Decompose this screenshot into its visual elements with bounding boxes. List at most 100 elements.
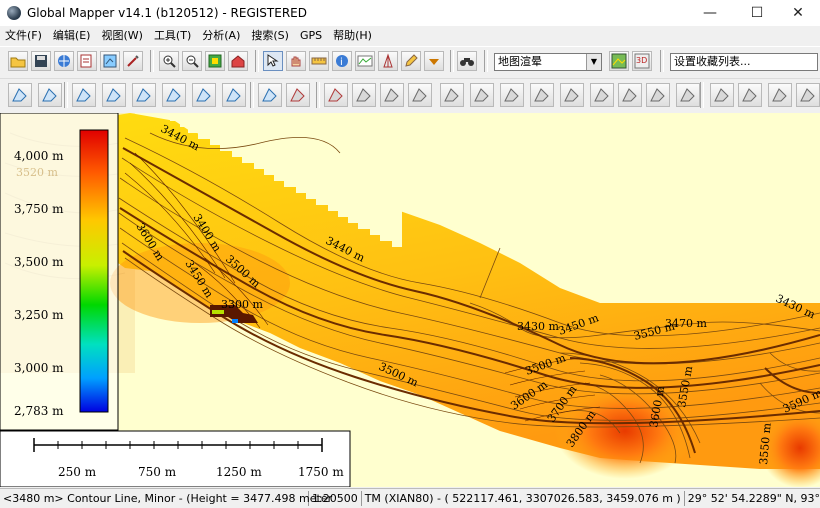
code-tool-button[interactable]	[162, 83, 186, 107]
scale-bar: 250 m 750 m 1250 m 1750 m	[0, 430, 351, 487]
digitizer-tool-icon	[650, 88, 665, 102]
shape-tool-13-button[interactable]	[710, 83, 734, 107]
legend-label: 3,000 m	[14, 361, 64, 375]
3d-view-icon	[611, 53, 627, 69]
wrench-icon	[127, 55, 139, 67]
ruler-icon	[311, 57, 327, 65]
menu-tools[interactable]: 工具(T)	[149, 27, 197, 43]
shape-tool-2-button[interactable]	[380, 83, 404, 107]
digitizer-toolbar	[0, 78, 820, 111]
maximize-button[interactable]: ☐	[735, 0, 779, 26]
find-button[interactable]	[457, 51, 477, 71]
toolbar-separator	[150, 50, 154, 72]
feature-info-button[interactable]: i	[332, 51, 352, 71]
info-icon: i	[336, 55, 348, 68]
menu-search[interactable]: 搜索(S)	[246, 27, 295, 43]
measure-tool-button[interactable]	[309, 51, 329, 71]
digitizer-tool-icon	[714, 88, 729, 102]
digitizer-tool-icon	[742, 88, 757, 102]
shape-tool-4-button[interactable]	[440, 83, 464, 107]
3d-badge-icon: 3D	[634, 53, 650, 69]
menu-gps[interactable]: GPS	[295, 29, 328, 42]
3d-mode-button[interactable]: 3D	[632, 51, 652, 71]
vertex-tool-button[interactable]	[258, 83, 282, 107]
map-view[interactable]: 3440 m 3440 m 3400 m 3500 m 3600 m 3450 …	[0, 113, 820, 487]
digitizer-tool-icon	[262, 88, 277, 102]
digitizer-tool-icon	[12, 88, 27, 102]
shape-tool-11-button[interactable]	[646, 83, 670, 107]
shader-select[interactable]: 地图渲晕 ▼	[494, 53, 602, 71]
path-profile-button[interactable]	[355, 51, 375, 71]
create-line-button[interactable]	[72, 83, 96, 107]
digitizer-tool-icon	[680, 88, 695, 102]
line-tool-button[interactable]	[102, 83, 126, 107]
shape-tool-9-button[interactable]	[590, 83, 614, 107]
legend-color-ramp	[79, 129, 109, 413]
scale-label: 250 m	[58, 465, 97, 479]
open-file-button[interactable]	[8, 51, 28, 71]
3d-view-button[interactable]	[609, 51, 629, 71]
digitizer-button[interactable]	[401, 51, 421, 71]
home-button[interactable]	[228, 51, 248, 71]
zoom-tool-button[interactable]	[263, 51, 283, 71]
brush-tool-button[interactable]	[324, 83, 348, 107]
digitizer-tool-icon	[42, 88, 57, 102]
config-button[interactable]	[100, 51, 120, 71]
profile-icon	[357, 55, 373, 67]
folder-icon	[10, 57, 26, 68]
full-view-button[interactable]	[205, 51, 225, 71]
create-area-button[interactable]	[8, 83, 32, 107]
dropdown-tool-button[interactable]	[424, 51, 444, 71]
web-data-button[interactable]	[54, 51, 74, 71]
menu-edit[interactable]: 编辑(E)	[48, 27, 97, 43]
save-button[interactable]	[31, 51, 51, 71]
digitizer-tool-icon	[166, 88, 181, 102]
legend-label: 2,783 m	[14, 404, 64, 418]
shape-tool-10-button[interactable]	[618, 83, 642, 107]
tower-icon	[383, 53, 393, 68]
scale-label: 750 m	[138, 465, 177, 479]
shape-tool-5-button[interactable]	[470, 83, 494, 107]
view-shed-button[interactable]	[378, 51, 398, 71]
blue-patch	[232, 319, 238, 323]
digitizer-tool-icon	[412, 88, 427, 102]
pan-tool-button[interactable]	[286, 51, 306, 71]
split-line-button[interactable]	[286, 83, 310, 107]
tools-button[interactable]	[123, 51, 143, 71]
digitizer-tool-icon	[136, 88, 151, 102]
overlay-control-button[interactable]	[77, 51, 97, 71]
digitizer-tool-icon	[356, 88, 371, 102]
close-button[interactable]: ✕	[776, 0, 820, 26]
shape-tool-8-button[interactable]	[560, 83, 584, 107]
zoom-in-button[interactable]	[159, 51, 179, 71]
digitizer-tool-icon	[534, 88, 549, 102]
shape-tool-1-button[interactable]	[352, 83, 376, 107]
home-icon	[231, 55, 245, 68]
minimize-button[interactable]: —	[688, 0, 732, 26]
zoom-out-button[interactable]	[182, 51, 202, 71]
menu-help[interactable]: 帮助(H)	[328, 27, 378, 43]
digitizer-tool-icon	[772, 88, 787, 102]
digitizer-tool-icon	[800, 88, 815, 102]
rotate-tool-button[interactable]	[192, 83, 216, 107]
up-tool-button[interactable]	[768, 83, 792, 107]
bookmark-select[interactable]: 设置收藏列表...	[670, 53, 818, 71]
menu-file[interactable]: 文件(F)	[0, 27, 48, 43]
create-point-button[interactable]	[132, 83, 156, 107]
terrain-map[interactable]: 3440 m 3440 m 3400 m 3500 m 3600 m 3450 …	[0, 113, 820, 487]
menu-view[interactable]: 视图(W)	[96, 27, 148, 43]
angle-tool-button[interactable]	[738, 83, 762, 107]
digitizer-tool-icon	[76, 88, 91, 102]
shape-tool-3-button[interactable]	[408, 83, 432, 107]
legend-label: 3,750 m	[14, 202, 64, 216]
menu-analysis[interactable]: 分析(A)	[197, 27, 246, 43]
shape-tool-12-button[interactable]	[676, 83, 700, 107]
legend-label: 3,500 m	[14, 255, 64, 269]
curve-tool-button[interactable]	[796, 83, 820, 107]
edit-area-button[interactable]	[38, 83, 62, 107]
minimize-icon: —	[703, 5, 717, 21]
grid-tool-button[interactable]	[222, 83, 246, 107]
shape-tool-6-button[interactable]	[500, 83, 524, 107]
shape-tool-7-button[interactable]	[530, 83, 554, 107]
config-icon	[103, 54, 117, 68]
